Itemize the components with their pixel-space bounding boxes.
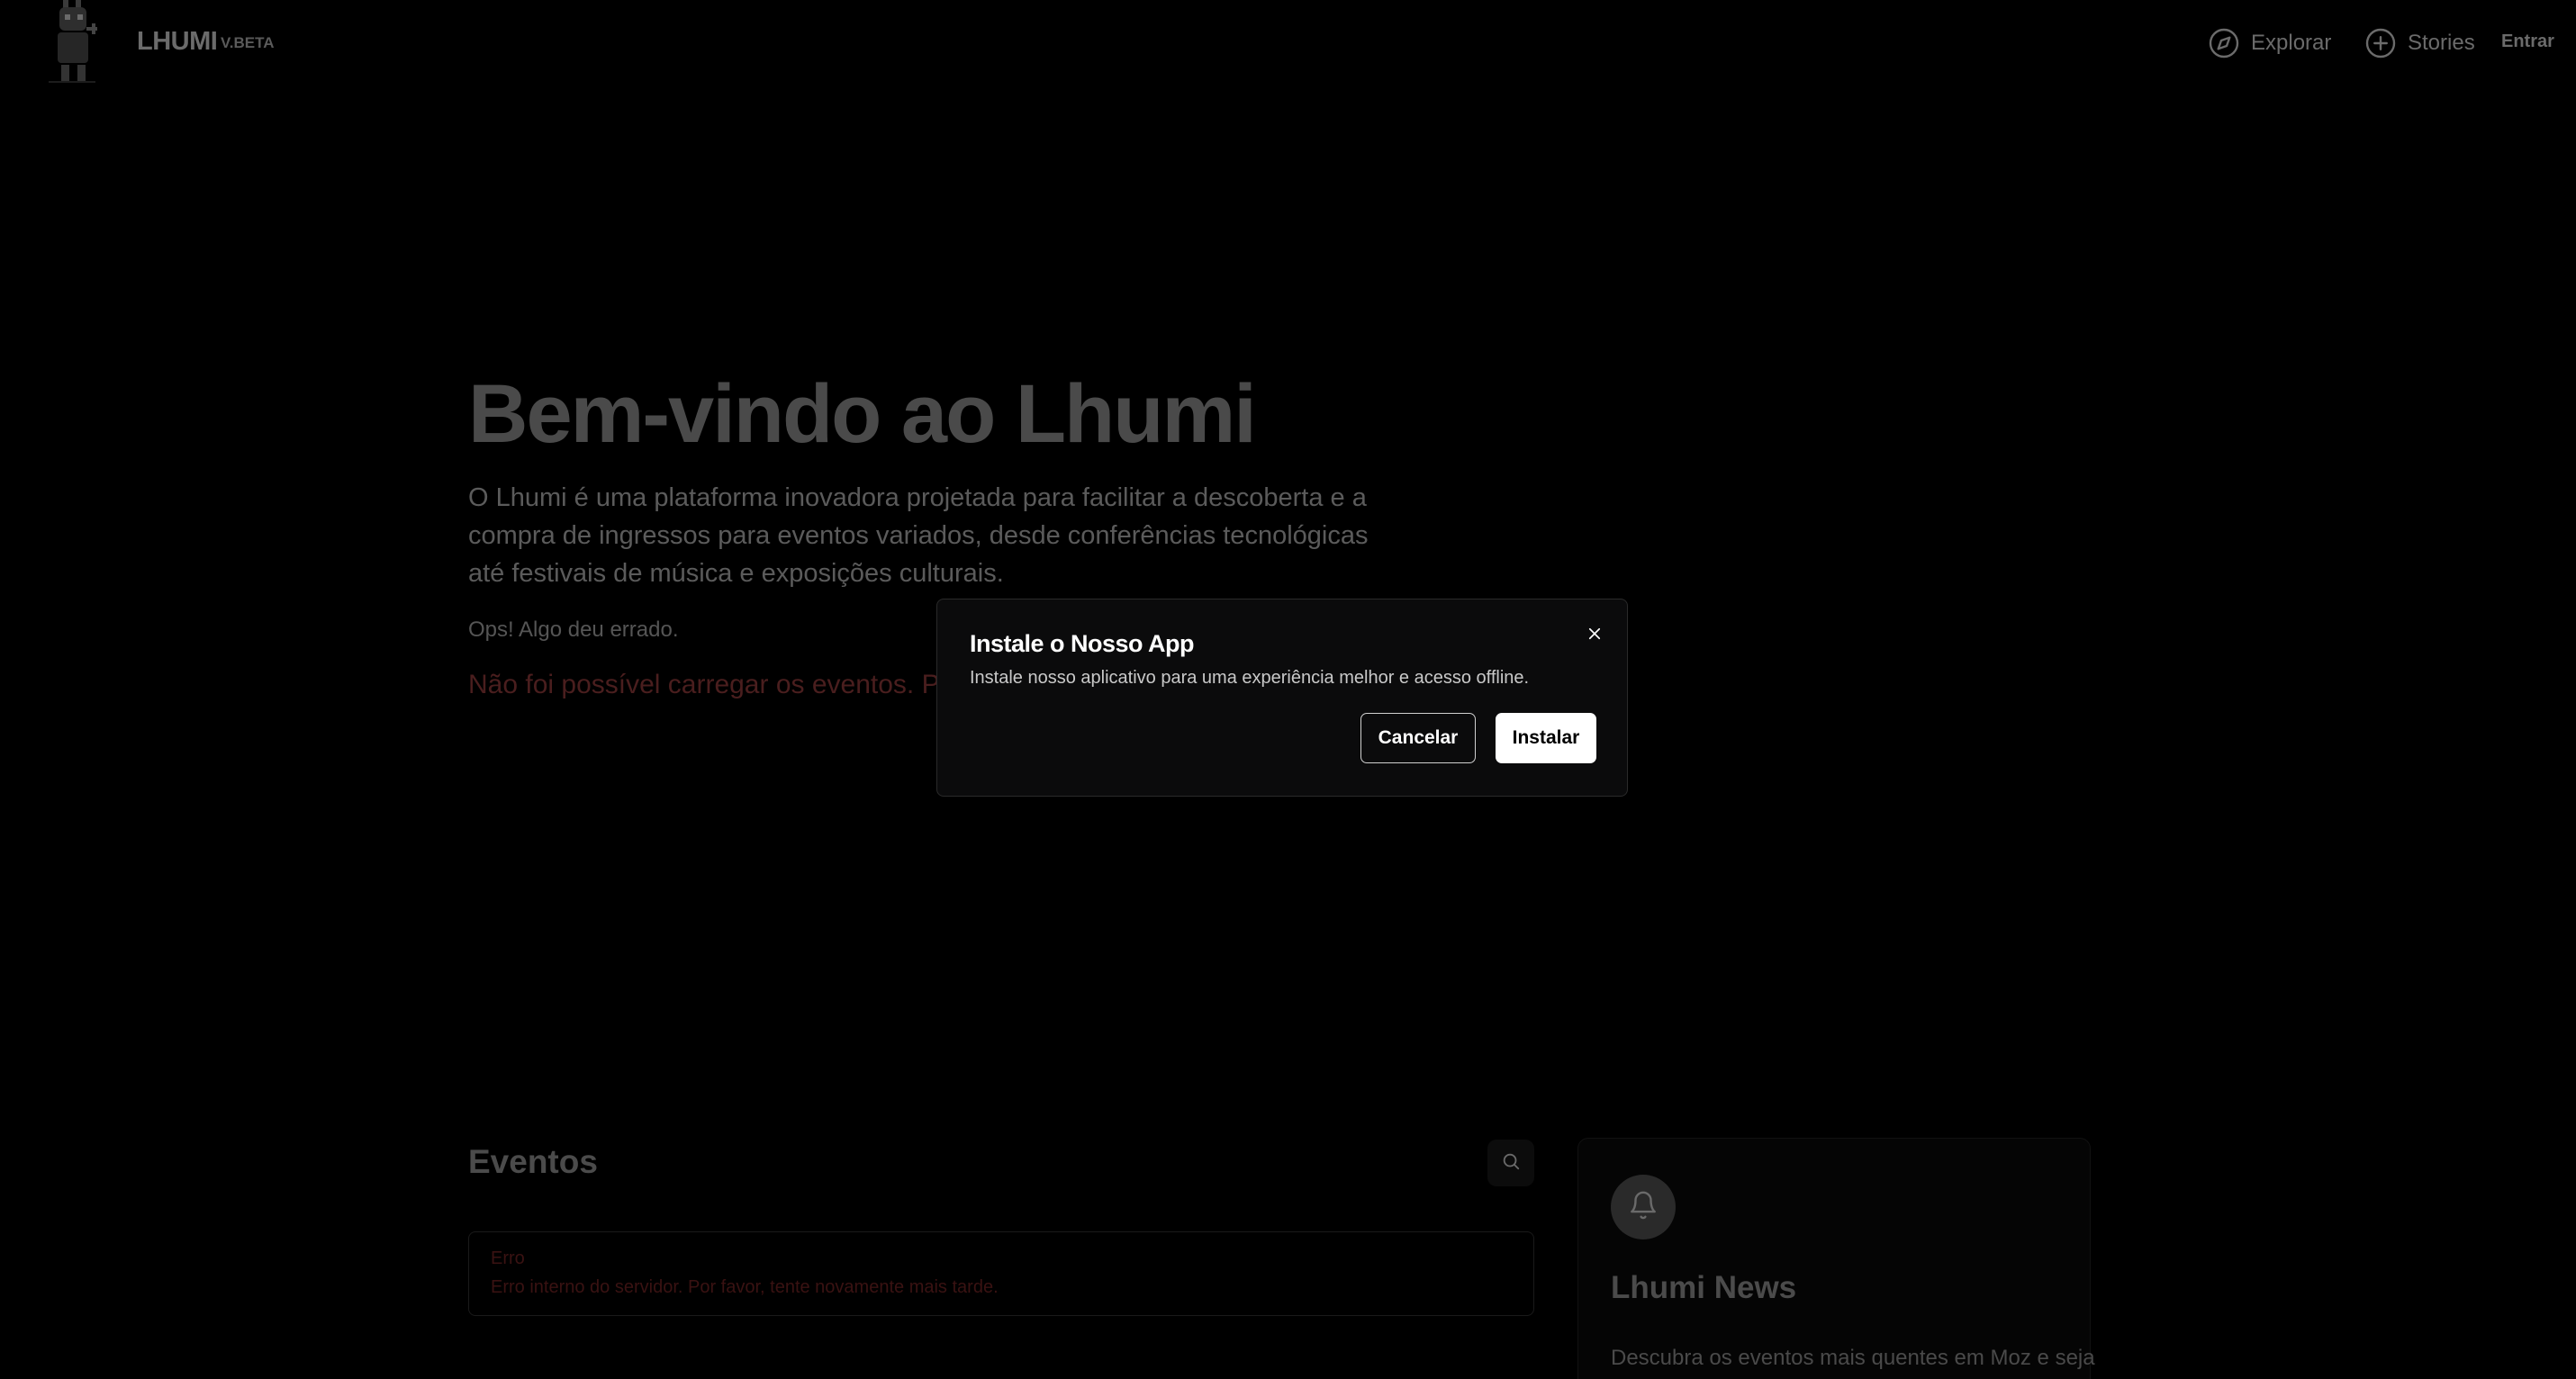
search-icon [1501,1151,1521,1176]
hero-title: Bem-vindo ao Lhumi [468,368,1257,460]
install-button[interactable]: Instalar [1496,713,1596,763]
mascot-logo[interactable] [43,0,106,86]
news-description: Descubra os eventos mais quentes em Moz … [1611,1346,2095,1370]
news-title: Lhumi News [1611,1270,1797,1305]
bell-icon [1628,1190,1659,1225]
nav-stories-label: Stories [2408,31,2475,55]
bell-icon-wrapper [1611,1175,1676,1239]
nav-stories[interactable]: Stories [2364,27,2475,59]
login-link[interactable]: Entrar [2501,32,2554,52]
page: LHUMI V.BETA Explorar Stories Entrar Bem… [0,0,2576,1379]
nav-explore[interactable]: Explorar [2208,27,2331,59]
cancel-button[interactable]: Cancelar [1360,713,1476,763]
close-icon [1586,626,1603,646]
brand-name[interactable]: LHUMI [137,27,218,57]
events-error-alert: Erro Erro interno do servidor. Por favor… [468,1231,1534,1316]
events-error-title: Erro [491,1248,525,1268]
search-button[interactable] [1487,1140,1534,1186]
nav-explore-label: Explorar [2251,31,2332,55]
close-button[interactable] [1582,623,1607,648]
hero-error-message: Não foi possível carregar os eventos. Po… [468,670,994,699]
beta-badge: V.BETA [221,34,275,51]
plus-circle-icon [2364,27,2397,59]
top-header: LHUMI V.BETA Explorar Stories Entrar [0,0,2576,86]
events-title: Eventos [468,1143,598,1180]
hero-error-title: Ops! Algo deu errado. [468,617,679,642]
events-error-message: Erro interno do servidor. Por favor, ten… [491,1277,999,1297]
dialog-title: Instale o Nosso App [970,630,1195,657]
dialog-description: Instale nosso aplicativo para uma experi… [970,668,1530,688]
hero-description: O Lhumi é uma plataforma inovadora proje… [468,483,1369,588]
news-card: Lhumi News Descubra os eventos mais quen… [1577,1138,2095,1379]
compass-icon [2208,27,2240,59]
install-app-dialog: Instale o Nosso App Instale nosso aplica… [936,599,1628,797]
